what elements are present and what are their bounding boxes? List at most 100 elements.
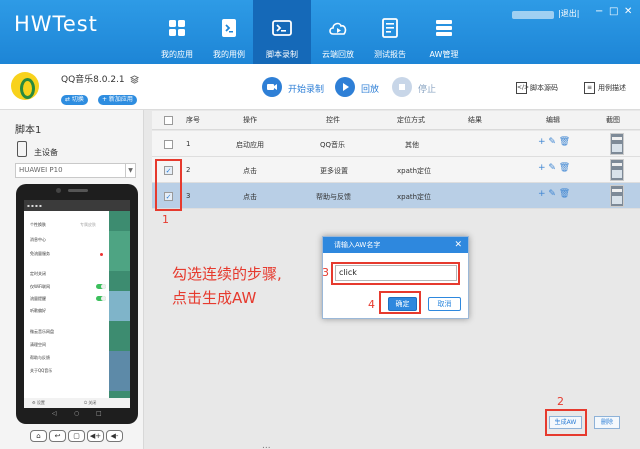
app-logo: HWTest (14, 12, 98, 36)
document-icon: ≡ (584, 82, 595, 94)
row-op: 点击 (243, 167, 257, 175)
app-name: QQ音乐8.0.2.1 (61, 72, 139, 85)
toggle-switch (96, 296, 106, 301)
col-header: 截图 (606, 116, 620, 124)
phone-back-button[interactable]: ↩ (49, 430, 66, 442)
nav-test-report[interactable]: 测试报告 (361, 0, 419, 64)
phone-menu-item: 定时关闭 (30, 271, 46, 276)
grid-icon (169, 20, 185, 36)
row-num: 2 (186, 166, 191, 174)
row-num: 3 (186, 192, 191, 200)
annotation-number-4: 4 (368, 298, 375, 311)
volume-up-button[interactable]: ◀+ (87, 430, 104, 442)
row-ctrl: QQ音乐 (320, 141, 346, 149)
row-locate: 其他 (405, 141, 419, 149)
annotation-box-1 (155, 159, 182, 211)
row-locate: xpath定位 (397, 167, 432, 175)
row-checkbox[interactable] (164, 140, 173, 149)
annotation-number-1: 1 (162, 213, 169, 226)
maximize-button[interactable]: □ (609, 6, 618, 17)
nav-aw-manage[interactable]: AW管理 (415, 0, 473, 64)
col-header: 操作 (243, 116, 257, 124)
close-button[interactable]: ✕ (624, 6, 632, 17)
annotation-number-3: 3 (322, 266, 329, 279)
phone-menu-item: 流量提醒 (30, 296, 46, 301)
row-ctrl: 帮助与反馈 (316, 193, 351, 201)
annotation-box-4 (379, 291, 421, 314)
red-dot-badge (100, 253, 103, 256)
phone-side-content (109, 211, 130, 398)
annotation-number-2: 2 (557, 395, 564, 408)
top-header: HWTest 我的应用 我的用例 脚本录制 云端回放 测试报告 AW管理 |退出… (0, 0, 640, 64)
toggle-switch (96, 284, 106, 289)
layers-small-icon (129, 75, 139, 84)
col-header: 编辑 (546, 116, 560, 124)
screenshot-thumb[interactable] (610, 133, 624, 155)
phone-close-label: ⏻ 关闭 (84, 400, 97, 405)
start-record-label: 开始录制 (288, 85, 325, 95)
new-app-button[interactable]: + 新加应用 (98, 95, 137, 105)
script-title: 脚本1 (15, 125, 42, 136)
minimize-button[interactable]: − (595, 6, 603, 17)
case-desc-button[interactable]: ≡ 用例描述 (584, 82, 626, 94)
col-header: 定位方式 (397, 116, 425, 124)
play-icon (335, 77, 355, 97)
phone-menu-sub: 专属皮肤 (80, 222, 96, 227)
phone-menu-item: 帮助与反馈 (30, 355, 50, 360)
screenshot-thumb[interactable] (610, 159, 624, 181)
home-icon: ○ (74, 410, 80, 417)
cancel-button[interactable]: 取消 (428, 297, 461, 311)
phone-preview: ▪ ▪ ▪ ▪ 个性换肤 专属皮肤 消息中心 免流量服务 定时关闭 仅WiFi联… (16, 184, 138, 424)
record-terminal-icon (272, 20, 292, 36)
row-op: 启动应用 (236, 141, 264, 149)
annotation-box-3 (331, 262, 460, 285)
record-icon (262, 77, 282, 97)
phone-menu-item: 免流量服务 (30, 251, 50, 256)
screenshot-thumb[interactable] (610, 185, 624, 207)
phone-speaker (68, 189, 88, 192)
edit-icons[interactable]: + ✎ 🗑 (538, 189, 570, 199)
layers-icon (436, 20, 452, 36)
phone-menu-item: 微云音乐网盘 (30, 329, 54, 334)
nav-label: AW管理 (429, 50, 459, 59)
delete-button[interactable]: 删除 (594, 416, 620, 429)
nav-label: 测试报告 (374, 50, 406, 59)
phone-footer: ⚙ 设置 ⏻ 关闭 (24, 398, 130, 408)
col-header: 结果 (468, 116, 482, 124)
partial-bottom-text: ... (262, 441, 271, 449)
recents-icon: □ (96, 410, 102, 417)
logout-link[interactable]: |退出| (558, 8, 579, 19)
script-source-button[interactable]: </>脚本源码 (516, 82, 558, 94)
col-header: 控件 (326, 116, 340, 124)
cloud-play-icon (329, 22, 347, 35)
phone-camera (56, 188, 61, 193)
edit-icons[interactable]: + ✎ 🗑 (538, 137, 570, 147)
nav-script-record[interactable]: 脚本录制 (253, 0, 311, 64)
phone-screen[interactable]: ▪ ▪ ▪ ▪ 个性换肤 专属皮肤 消息中心 免流量服务 定时关闭 仅WiFi联… (24, 200, 130, 408)
row-op: 点击 (243, 193, 257, 201)
username-blur (512, 11, 554, 19)
phone-menu-item: 个性换肤 (30, 222, 46, 227)
nav-label: 脚本录制 (266, 50, 298, 59)
nav-label: 我的用例 (213, 50, 245, 59)
edit-icons[interactable]: + ✎ 🗑 (538, 163, 570, 173)
phone-menu-button[interactable]: ▢ (68, 430, 85, 442)
row-ctrl: 更多设置 (320, 167, 348, 175)
device-select[interactable]: HUAWEI P10 ▼ (15, 163, 136, 178)
switch-app-button[interactable]: ⇄ 切换 (61, 95, 88, 105)
col-header: 序号 (186, 116, 200, 124)
close-icon[interactable]: ✕ (454, 237, 462, 253)
table-header (152, 111, 640, 130)
select-all-checkbox[interactable] (164, 116, 173, 125)
nav-my-apps[interactable]: 我的应用 (148, 0, 206, 64)
row-locate: xpath定位 (397, 193, 432, 201)
phone-home-button[interactable]: ⌂ (30, 430, 47, 442)
phone-nav-bar: ◁ ○ □ (24, 410, 130, 420)
annotation-box-2 (545, 409, 587, 436)
stop-label: 停止 (418, 85, 437, 95)
chevron-down-icon: ▼ (125, 164, 135, 177)
nav-cloud-replay[interactable]: 云端回放 (309, 0, 367, 64)
nav-my-cases[interactable]: 我的用例 (200, 0, 258, 64)
phone-menu-item: 消息中心 (30, 237, 46, 242)
volume-down-button[interactable]: ◀- (106, 430, 123, 442)
